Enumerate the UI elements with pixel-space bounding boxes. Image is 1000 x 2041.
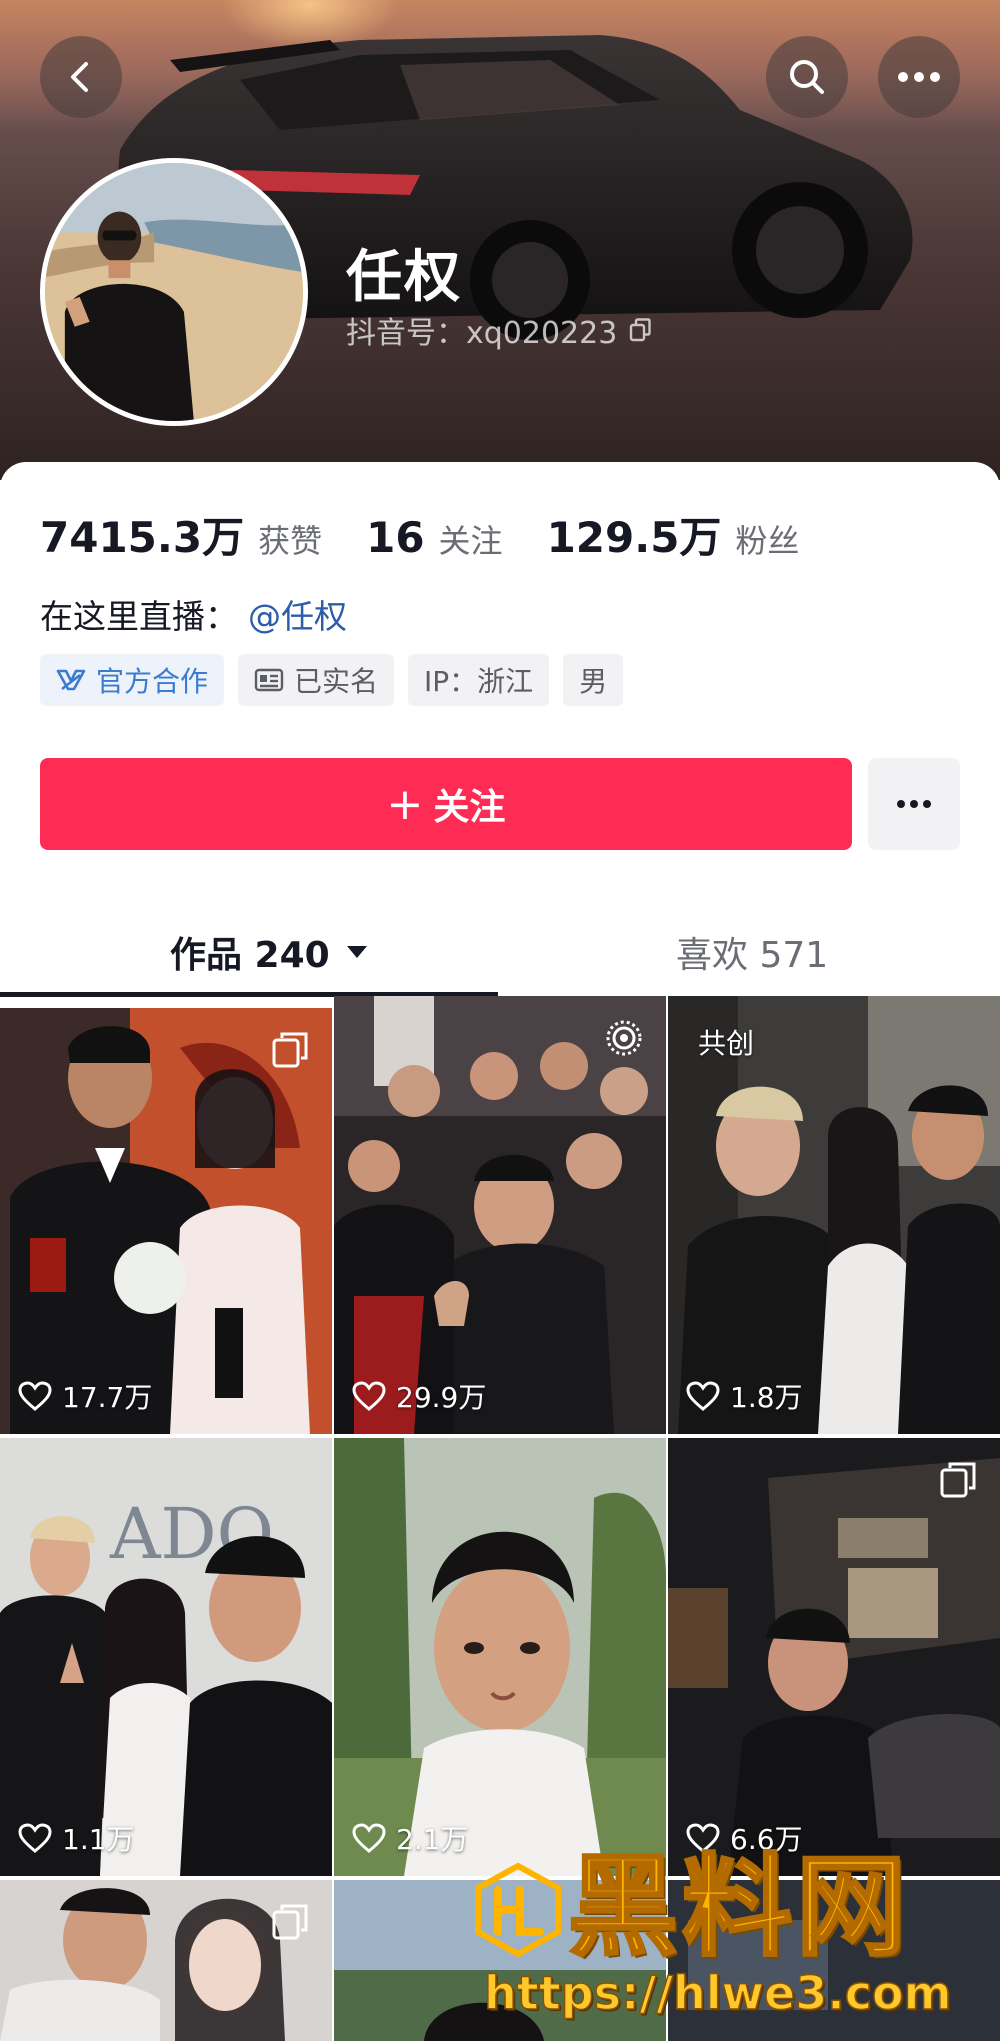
tab-likes[interactable]: 喜欢 571 — [676, 926, 828, 978]
caret-down-icon — [346, 946, 367, 958]
id-card-icon — [254, 668, 284, 692]
heart-icon — [352, 1381, 386, 1411]
tab-label: 喜欢 571 — [676, 935, 829, 976]
tab-works[interactable]: 作品 240 — [170, 926, 368, 978]
tag-label: 官方合作 — [96, 665, 209, 698]
tag-label: IP：浙江 — [424, 665, 534, 698]
heart-icon — [18, 1823, 52, 1853]
live-account-link[interactable]: @任权 — [248, 597, 347, 636]
stat-followers[interactable]: 129.5万 粉丝 — [547, 504, 800, 565]
back-arrow-icon — [71, 62, 88, 92]
heart-icon — [686, 1381, 720, 1411]
nickname: 任权 — [346, 245, 462, 310]
copy-icon[interactable] — [629, 318, 652, 342]
multi-image-icon — [940, 1462, 976, 1498]
search-button[interactable] — [766, 36, 848, 118]
stats-row: 7415.3万 获赞 16 关注 129.5万 粉丝 — [40, 504, 843, 565]
watermark-logo — [475, 1862, 561, 1958]
avatar[interactable] — [40, 158, 308, 426]
cocreate-badge: 共创 — [698, 1027, 755, 1060]
official-cooperation-icon — [56, 669, 86, 691]
douyin-id[interactable]: 抖音号：xq020223 — [346, 308, 652, 352]
video-cover — [334, 996, 666, 1434]
like-count: 1.1万 — [18, 1818, 135, 1858]
multi-image-icon — [272, 1904, 308, 1940]
stat-following[interactable]: 16 关注 — [366, 513, 502, 562]
tag-ip-location: IP：浙江 — [408, 654, 550, 706]
like-count: 17.7万 — [18, 1376, 152, 1416]
stat-label: 关注 — [438, 522, 503, 560]
heart-icon — [352, 1823, 386, 1853]
live-info: 在这里直播： @任权 — [40, 590, 347, 638]
tag-verified[interactable]: 已实名 — [238, 654, 395, 706]
video-cover — [0, 1008, 332, 1434]
heart-icon — [18, 1381, 52, 1411]
live-prefix: 在这里直播： — [40, 597, 238, 636]
profile-card: 7415.3万 获赞 16 关注 129.5万 粉丝 在这里直播： @任权 官方合… — [0, 462, 1000, 1002]
tag-label: 已实名 — [294, 665, 379, 698]
follow-button[interactable]: + 关注 — [40, 758, 852, 850]
like-count-text: 1.8万 — [730, 1381, 803, 1414]
plus-icon: + — [386, 778, 424, 830]
like-count-text: 29.9万 — [396, 1381, 487, 1414]
douyin-id-text: 抖音号：xq020223 — [346, 316, 618, 351]
video-thumbnail[interactable]: 29.9万 — [334, 996, 666, 1434]
video-thumbnail[interactable] — [0, 1880, 332, 2041]
tag-official-cooperation[interactable]: 官方合作 — [40, 654, 225, 706]
like-count: 2.1万 — [352, 1818, 469, 1858]
content-tabs: 作品 240 喜欢 571 — [0, 914, 1000, 1002]
more-icon — [897, 800, 931, 808]
profile-tags: 官方合作 已实名 IP：浙江 男 — [40, 654, 624, 706]
more-icon — [898, 72, 940, 82]
search-icon — [790, 60, 824, 94]
like-count-text: 1.1万 — [62, 1823, 135, 1856]
video-thumbnail[interactable]: 共创 1.8万 — [668, 996, 1000, 1434]
stat-likes[interactable]: 7415.3万 获赞 — [40, 504, 322, 565]
video-cover: ADO — [0, 1438, 332, 1876]
back-button[interactable] — [40, 36, 122, 118]
like-count: 29.9万 — [352, 1376, 486, 1416]
video-thumbnail[interactable]: ADO 1.1万 — [0, 1438, 332, 1876]
stat-label: 粉丝 — [735, 522, 800, 560]
tab-label: 作品 240 — [170, 935, 330, 976]
live-photo-icon — [606, 1020, 642, 1056]
tag-gender: 男 — [563, 654, 624, 706]
video-cover — [334, 1438, 666, 1876]
like-count: 1.8万 — [686, 1376, 803, 1416]
stat-label: 获赞 — [258, 522, 323, 560]
cover-image: 任权 抖音号：xq020223 — [0, 0, 1000, 480]
like-count-text: 2.1万 — [396, 1823, 469, 1856]
avatar-photo — [45, 163, 303, 421]
stat-value: 16 — [366, 513, 425, 562]
video-thumbnail[interactable]: 17.7万 — [0, 1008, 332, 1434]
video-thumbnail[interactable]: 2.1万 — [334, 1438, 666, 1876]
video-cover — [668, 1438, 1000, 1876]
follow-label: 关注 — [433, 787, 506, 828]
multi-image-icon — [272, 1032, 308, 1068]
like-count-text: 17.7万 — [62, 1381, 153, 1414]
tag-label: 男 — [579, 665, 608, 698]
more-actions-button[interactable] — [868, 758, 960, 850]
watermark-title: 黑料网 — [567, 1843, 910, 1971]
stat-value: 7415.3万 — [40, 513, 245, 562]
stat-value: 129.5万 — [546, 513, 722, 562]
more-options-button[interactable] — [878, 36, 960, 118]
video-thumbnail[interactable]: 6.6万 — [668, 1438, 1000, 1876]
watermark-url: https://hlwe3.com — [483, 1965, 952, 2021]
